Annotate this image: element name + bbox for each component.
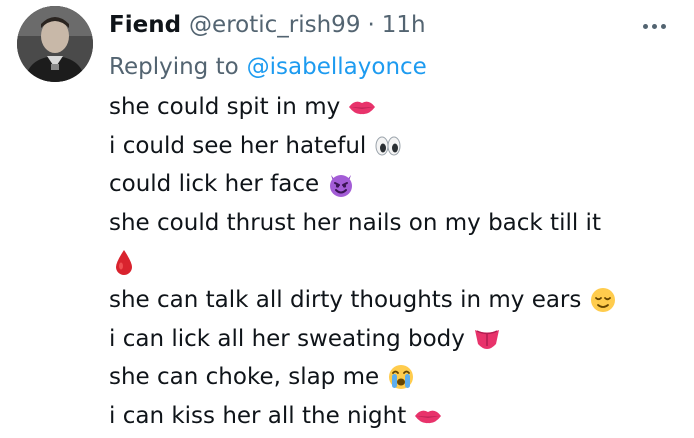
- line-text: i can kiss her all the night: [109, 403, 407, 430]
- line-text: she could thrust her nails on my back ti…: [109, 210, 601, 237]
- line-text: she can talk all dirty thoughts in my ea…: [109, 287, 582, 314]
- text-line: could lick her face: [109, 165, 679, 204]
- text-line: she could spit in my: [109, 88, 679, 127]
- eyes-icon: [373, 131, 403, 161]
- text-line: i could see her hateful: [109, 127, 679, 166]
- blood-drop-icon: [109, 247, 139, 277]
- tweet-text: she could spit in my i could see her hat…: [109, 88, 679, 435]
- timestamp[interactable]: 11h: [382, 12, 426, 38]
- tweet-header: Fiend @erotic_rish99 · 11h: [109, 8, 426, 42]
- text-line: she can talk all dirty thoughts in my ea…: [109, 281, 679, 320]
- text-line: [109, 242, 679, 281]
- tongue-icon: [472, 324, 502, 354]
- text-line: i can kiss her all the night: [109, 397, 679, 436]
- line-text: she can choke, slap me: [109, 364, 380, 391]
- line-text: she could spit in my: [109, 94, 341, 121]
- more-dot-icon: [651, 23, 657, 29]
- smiling-devil-icon: [326, 169, 356, 199]
- relieved-face-icon: [588, 285, 618, 315]
- lips-icon: [413, 401, 443, 431]
- more-dot-icon: [642, 23, 648, 29]
- tweet[interactable]: Fiend @erotic_rish99 · 11h Replying to @…: [0, 0, 694, 438]
- replying-to: Replying to @isabellayonce: [109, 50, 427, 84]
- crying-face-icon: [386, 362, 416, 392]
- lips-icon: [347, 92, 377, 122]
- mention-link[interactable]: @isabellayonce: [247, 54, 427, 80]
- replying-prefix: Replying to: [109, 54, 239, 80]
- line-text: i could see her hateful: [109, 132, 367, 159]
- line-text: could lick her face: [109, 171, 320, 198]
- text-line: she can choke, slap me: [109, 358, 679, 397]
- separator: ·: [367, 12, 375, 38]
- author-handle[interactable]: @erotic_rish99: [189, 12, 360, 38]
- more-options-button[interactable]: [639, 14, 669, 38]
- text-line: i can lick all her sweating body: [109, 320, 679, 359]
- author-name[interactable]: Fiend: [109, 12, 181, 38]
- more-dot-icon: [660, 23, 666, 29]
- line-text: i can lick all her sweating body: [109, 325, 465, 352]
- text-line: she could thrust her nails on my back ti…: [109, 204, 679, 243]
- avatar[interactable]: [17, 6, 93, 82]
